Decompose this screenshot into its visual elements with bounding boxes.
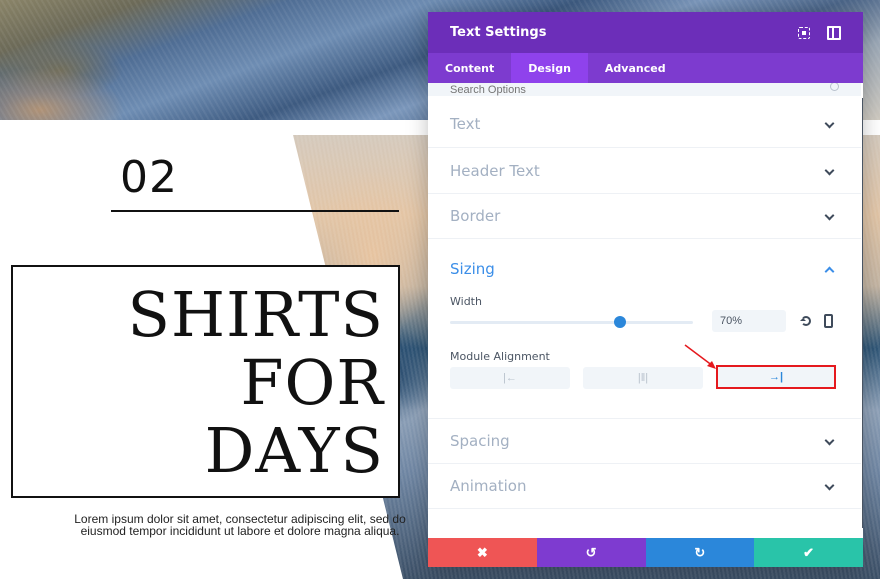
title-line: SHIRTS xyxy=(127,278,384,351)
search-options-input[interactable] xyxy=(450,83,829,96)
close-icon: ✖ xyxy=(476,544,488,560)
search-icon[interactable] xyxy=(829,83,839,96)
align-left-icon: |← xyxy=(503,372,517,384)
tab-advanced[interactable]: Advanced xyxy=(588,53,683,83)
align-right-icon: →| xyxy=(768,371,784,383)
section-label: Header Text xyxy=(450,161,540,180)
slider-thumb[interactable] xyxy=(614,316,627,328)
chevron-up-icon xyxy=(825,265,833,273)
undo-button[interactable]: ↺ xyxy=(536,538,646,567)
modal-tabs: Content Design Advanced xyxy=(428,53,863,83)
chevron-down-icon xyxy=(825,212,833,220)
title-line: DAYS xyxy=(204,414,384,487)
body-text-line: eiusmod tempor incididunt ut labore et d… xyxy=(80,524,400,538)
sidebar-toggle-icon[interactable] xyxy=(827,25,841,40)
modal-header: Text Settings xyxy=(428,12,863,53)
section-text[interactable]: Text xyxy=(428,96,861,148)
title-line: FOR xyxy=(240,346,384,419)
section-border[interactable]: Border xyxy=(428,194,861,239)
align-right-button[interactable]: →| xyxy=(716,365,836,389)
module-alignment-label: Module Alignment xyxy=(450,350,550,363)
reset-icon[interactable] xyxy=(800,315,812,327)
slider-track xyxy=(450,321,693,324)
tab-design[interactable]: Design xyxy=(511,53,588,83)
chevron-down-icon xyxy=(825,482,833,490)
body-text: Lorem ipsum dolor sit amet, consectetur … xyxy=(60,513,420,537)
section-number: 02 xyxy=(120,152,178,203)
redo-icon: ↻ xyxy=(694,544,706,560)
section-sizing[interactable]: Sizing xyxy=(428,239,861,293)
align-center-icon: |‖| xyxy=(637,372,649,384)
align-center-button[interactable]: |‖| xyxy=(583,367,703,389)
sizing-panel: Width Module Alignment |← |‖| →| xyxy=(428,293,861,419)
responsive-phone-icon[interactable] xyxy=(824,314,833,328)
scrollbar[interactable] xyxy=(862,98,863,528)
title-box[interactable]: SHIRTS FOR DAYS xyxy=(11,265,400,498)
text-settings-modal: Text Settings Content Design Advanced Te… xyxy=(428,12,863,567)
redo-button[interactable]: ↻ xyxy=(645,538,755,567)
align-left-button[interactable]: |← xyxy=(450,367,570,389)
width-label: Width xyxy=(450,295,482,308)
section-label: Border xyxy=(450,207,501,225)
width-value-input[interactable] xyxy=(712,310,786,332)
modal-title: Text Settings xyxy=(450,25,547,40)
section-label: Animation xyxy=(450,477,527,495)
tab-content[interactable]: Content xyxy=(428,53,511,83)
save-button[interactable]: ✔ xyxy=(754,538,863,567)
discard-button[interactable]: ✖ xyxy=(428,538,537,567)
modal-footer: ✖ ↺ ↻ ✔ xyxy=(428,538,863,567)
chevron-down-icon xyxy=(825,120,833,128)
checkmark-icon: ✔ xyxy=(803,544,815,560)
search-row xyxy=(428,83,861,96)
section-animation[interactable]: Animation xyxy=(428,464,861,509)
settings-body: Text Header Text Border Sizing Width Mod… xyxy=(428,96,863,532)
chevron-down-icon xyxy=(825,437,833,445)
expand-icon[interactable] xyxy=(797,26,811,40)
section-label: Text xyxy=(450,114,481,133)
section-label: Spacing xyxy=(450,432,510,450)
number-underline xyxy=(111,210,399,212)
width-slider[interactable] xyxy=(450,315,693,329)
section-label: Sizing xyxy=(450,260,495,278)
chevron-down-icon xyxy=(825,167,833,175)
section-header-text[interactable]: Header Text xyxy=(428,148,861,194)
undo-icon: ↺ xyxy=(585,544,597,560)
section-spacing[interactable]: Spacing xyxy=(428,419,861,464)
